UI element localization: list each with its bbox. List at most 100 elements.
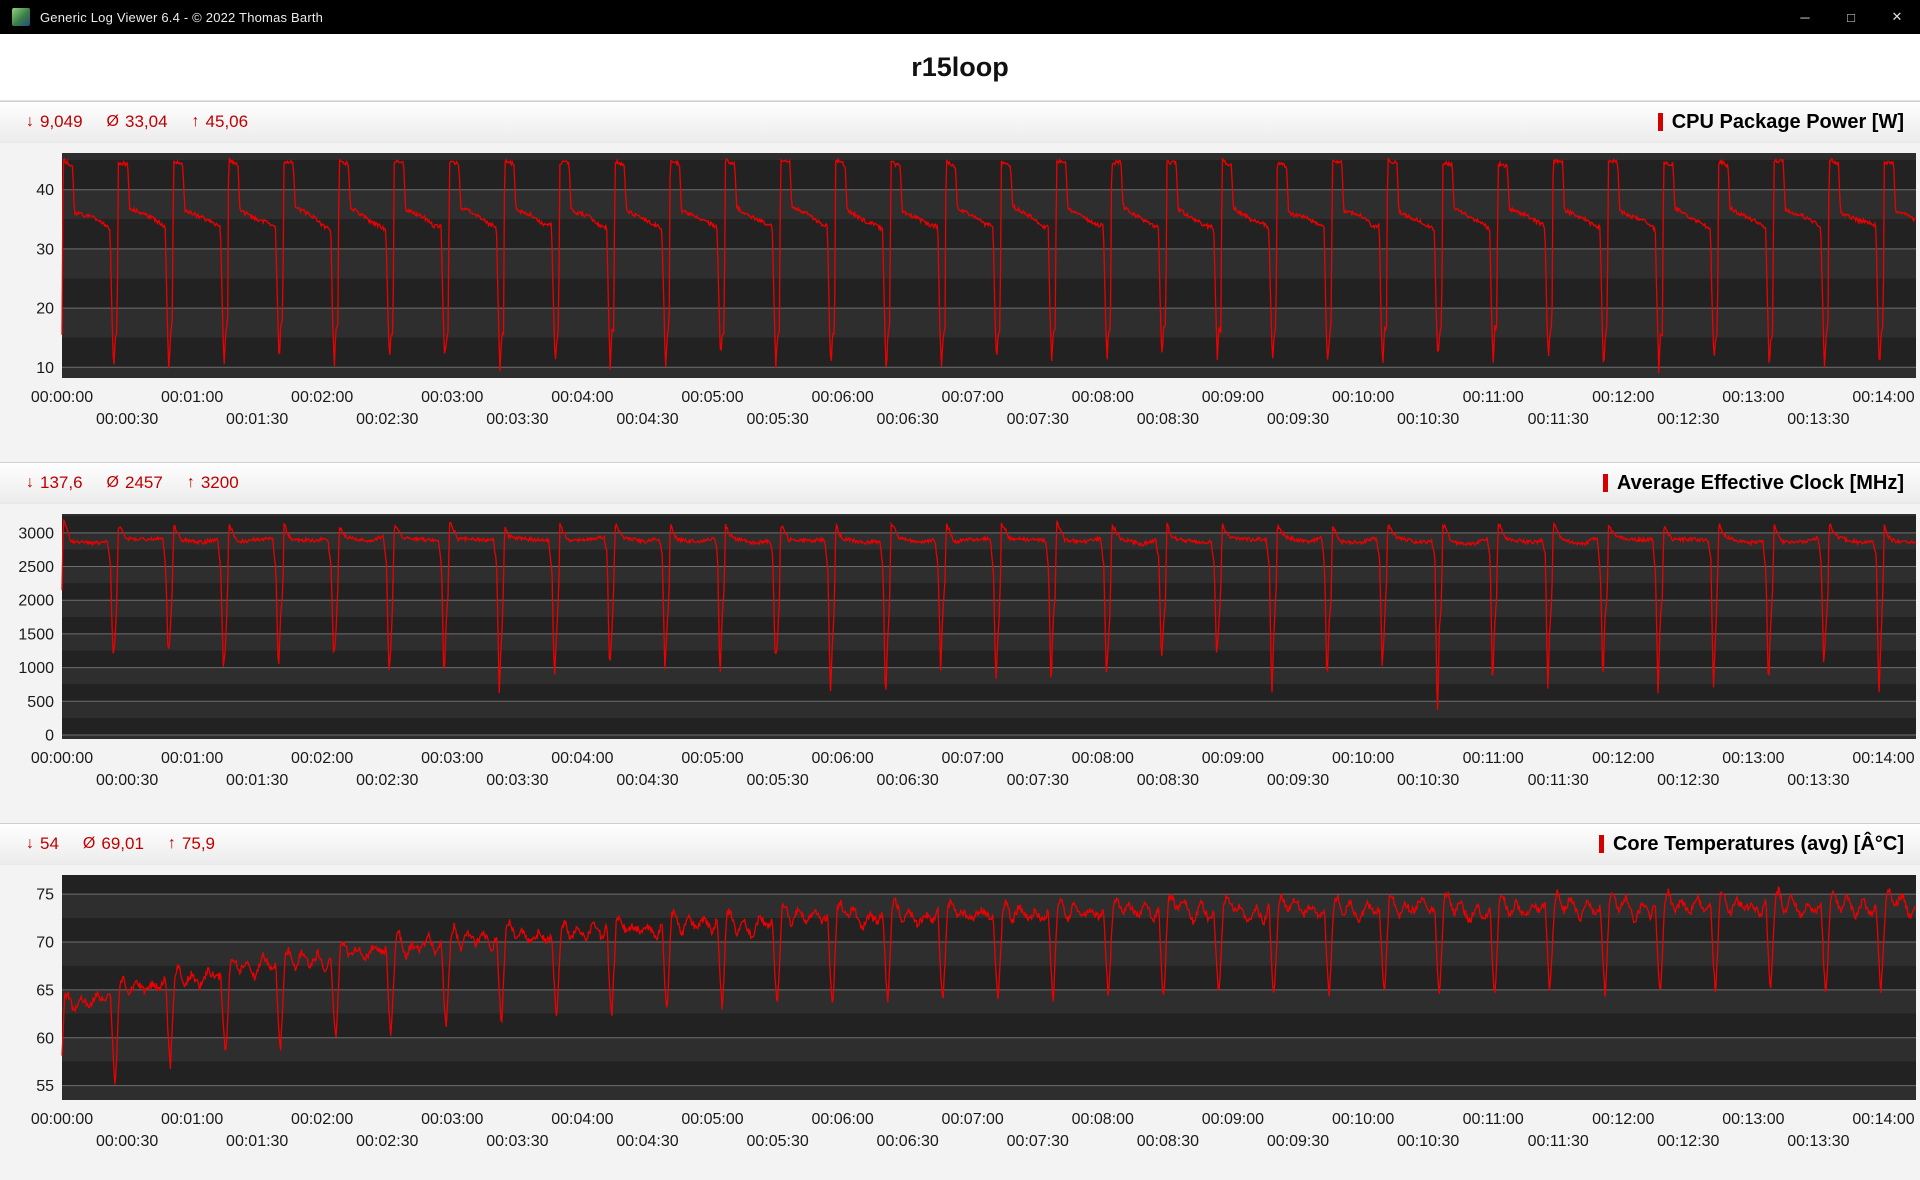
chart-cpu-package-power[interactable]: 40 30 20 10 00:00:00 00:01:00 00:02:00 00:03:00… <box>0 143 1920 436</box>
header: r15loop <box>0 34 1920 101</box>
stat-avg: Ø 2457 <box>107 473 163 493</box>
chart-core-temperatures[interactable]: 75 70 65 60 55 00:00:00 00:01:00 00:02:00 00:03:… <box>0 865 1920 1158</box>
x-tick-label: 00:12:00 <box>1592 750 1654 767</box>
stat-min-value: 54 <box>40 834 59 853</box>
chart-average-effective-clock[interactable]: 3000 2500 2000 1500 1000 500 0 00:00:00 00:01:00… <box>0 504 1920 797</box>
y-tick-label: 65 <box>36 982 54 999</box>
x-tick-label: 00:09:30 <box>1267 411 1329 428</box>
x-tick-label: 00:04:30 <box>616 411 678 428</box>
minimize-button[interactable]: ─ <box>1782 0 1828 34</box>
x-tick-label: 00:08:00 <box>1072 750 1134 767</box>
close-button[interactable]: ✕ <box>1874 0 1920 34</box>
stats-row: ↓ 9,049 Ø 33,04 ↑ 45,06 CPU Package Powe… <box>0 101 1920 143</box>
x-tick-label: 00:05:30 <box>746 411 808 428</box>
x-tick-label: 00:09:30 <box>1267 772 1329 789</box>
document-title: r15loop <box>911 51 1009 82</box>
y-tick-label: 1000 <box>18 660 54 677</box>
x-tick-label: 00:09:00 <box>1202 750 1264 767</box>
stat-max-value: 45,06 <box>205 112 249 131</box>
y-tick-label: 3000 <box>18 525 54 542</box>
x-tick-label: 00:08:00 <box>1072 389 1134 406</box>
x-tick-label: 00:09:00 <box>1202 389 1264 406</box>
stat-min: ↓ 137,6 <box>26 473 83 493</box>
titlebar[interactable]: Generic Log Viewer 6.4 - © 2022 Thomas B… <box>0 0 1920 34</box>
x-tick-label: 00:10:00 <box>1332 389 1394 406</box>
x-tick-label: 00:01:00 <box>161 389 223 406</box>
x-tick-label: 00:00:30 <box>96 1133 158 1150</box>
stat-min-value: 137,6 <box>40 473 83 492</box>
x-tick-label: 00:09:30 <box>1267 1133 1329 1150</box>
y-tick-label: 40 <box>36 182 54 199</box>
y-tick-label: 70 <box>36 935 54 952</box>
y-tick-label: 75 <box>36 887 54 904</box>
x-tick-label: 00:02:30 <box>356 411 418 428</box>
maximize-button[interactable]: □ <box>1828 0 1874 34</box>
avg-symbol-icon: Ø <box>106 113 119 130</box>
y-tick-label: 60 <box>36 1030 54 1047</box>
y-tick-label: 20 <box>36 301 54 318</box>
x-tick-label: 00:12:30 <box>1657 1133 1719 1150</box>
x-tick-label: 00:01:30 <box>226 411 288 428</box>
min-arrow-icon: ↓ <box>26 835 34 852</box>
x-tick-label: 00:04:00 <box>551 1111 613 1128</box>
x-tick-label: 00:10:30 <box>1397 772 1459 789</box>
stat-avg: Ø 69,01 <box>83 834 144 854</box>
x-tick-label: 00:14:00 <box>1852 389 1914 406</box>
x-tick-label: 00:03:30 <box>486 1133 548 1150</box>
stat-max: ↑ 3200 <box>187 473 239 493</box>
x-tick-label: 00:06:30 <box>877 1133 939 1150</box>
x-tick-label: 00:04:30 <box>616 772 678 789</box>
x-tick-label: 00:01:00 <box>161 1111 223 1128</box>
x-tick-label: 00:06:30 <box>877 411 939 428</box>
x-tick-label: 00:13:30 <box>1787 772 1849 789</box>
panel-cpu-package-power: ↓ 9,049 Ø 33,04 ↑ 45,06 CPU Package Powe… <box>0 101 1920 436</box>
x-tick-label: 00:00:00 <box>31 750 93 767</box>
stats-row: ↓ 137,6 Ø 2457 ↑ 3200 Average Effective … <box>0 462 1920 504</box>
max-arrow-icon: ↑ <box>186 474 195 491</box>
x-tick-label: 00:10:00 <box>1332 750 1394 767</box>
x-tick-label: 00:00:00 <box>31 1111 93 1128</box>
stat-avg-value: 33,04 <box>125 112 168 131</box>
x-tick-label: 00:13:30 <box>1787 411 1849 428</box>
x-tick-label: 00:02:00 <box>291 1111 353 1128</box>
x-tick-label: 00:06:00 <box>811 750 873 767</box>
x-tick-label: 00:04:00 <box>551 389 613 406</box>
stat-max: ↑ 45,06 <box>192 112 249 132</box>
x-tick-label: 00:12:30 <box>1657 411 1719 428</box>
legend-color-bar <box>1657 113 1663 131</box>
x-tick-label: 00:11:00 <box>1463 1111 1524 1128</box>
stat-max: ↑ 75,9 <box>168 834 215 854</box>
x-tick-label: 00:05:00 <box>681 1111 743 1128</box>
x-tick-label: 00:07:00 <box>942 1111 1004 1128</box>
x-tick-label: 00:06:00 <box>811 389 873 406</box>
stat-max-value: 3200 <box>200 473 239 492</box>
chart-title: Average Effective Clock [MHz] <box>1616 471 1904 494</box>
legend-color-bar <box>1598 835 1604 853</box>
chart-legend: Core Temperatures (avg) [Â°C] <box>1598 833 1904 856</box>
x-tick-label: 00:10:30 <box>1397 411 1459 428</box>
x-tick-label: 00:06:00 <box>811 1111 873 1128</box>
chart-title: CPU Package Power [W] <box>1671 110 1904 133</box>
x-tick-label: 00:11:00 <box>1463 389 1524 406</box>
x-tick-label: 00:10:00 <box>1332 1111 1394 1128</box>
x-tick-label: 00:10:30 <box>1397 1133 1459 1150</box>
x-tick-label: 00:08:30 <box>1137 1133 1199 1150</box>
x-tick-label: 00:11:00 <box>1463 750 1524 767</box>
x-tick-label: 00:02:30 <box>356 1133 418 1150</box>
stat-avg: Ø 33,04 <box>107 112 168 132</box>
min-arrow-icon: ↓ <box>26 474 34 491</box>
y-tick-label: 10 <box>36 360 54 377</box>
x-tick-label: 00:13:30 <box>1787 1133 1849 1150</box>
min-arrow-icon: ↓ <box>26 113 34 130</box>
stat-min-value: 9,049 <box>40 112 83 131</box>
x-tick-label: 00:07:30 <box>1007 1133 1069 1150</box>
stat-min: ↓ 54 <box>26 834 59 854</box>
x-tick-label: 00:06:30 <box>877 772 939 789</box>
x-tick-label: 00:13:00 <box>1722 1111 1784 1128</box>
x-tick-label: 00:12:00 <box>1592 1111 1654 1128</box>
stat-avg-value: 2457 <box>125 473 163 492</box>
x-tick-label: 00:07:00 <box>942 389 1004 406</box>
x-tick-label: 00:02:00 <box>291 750 353 767</box>
x-tick-label: 00:07:30 <box>1007 411 1069 428</box>
stat-min: ↓ 9,049 <box>26 112 83 132</box>
